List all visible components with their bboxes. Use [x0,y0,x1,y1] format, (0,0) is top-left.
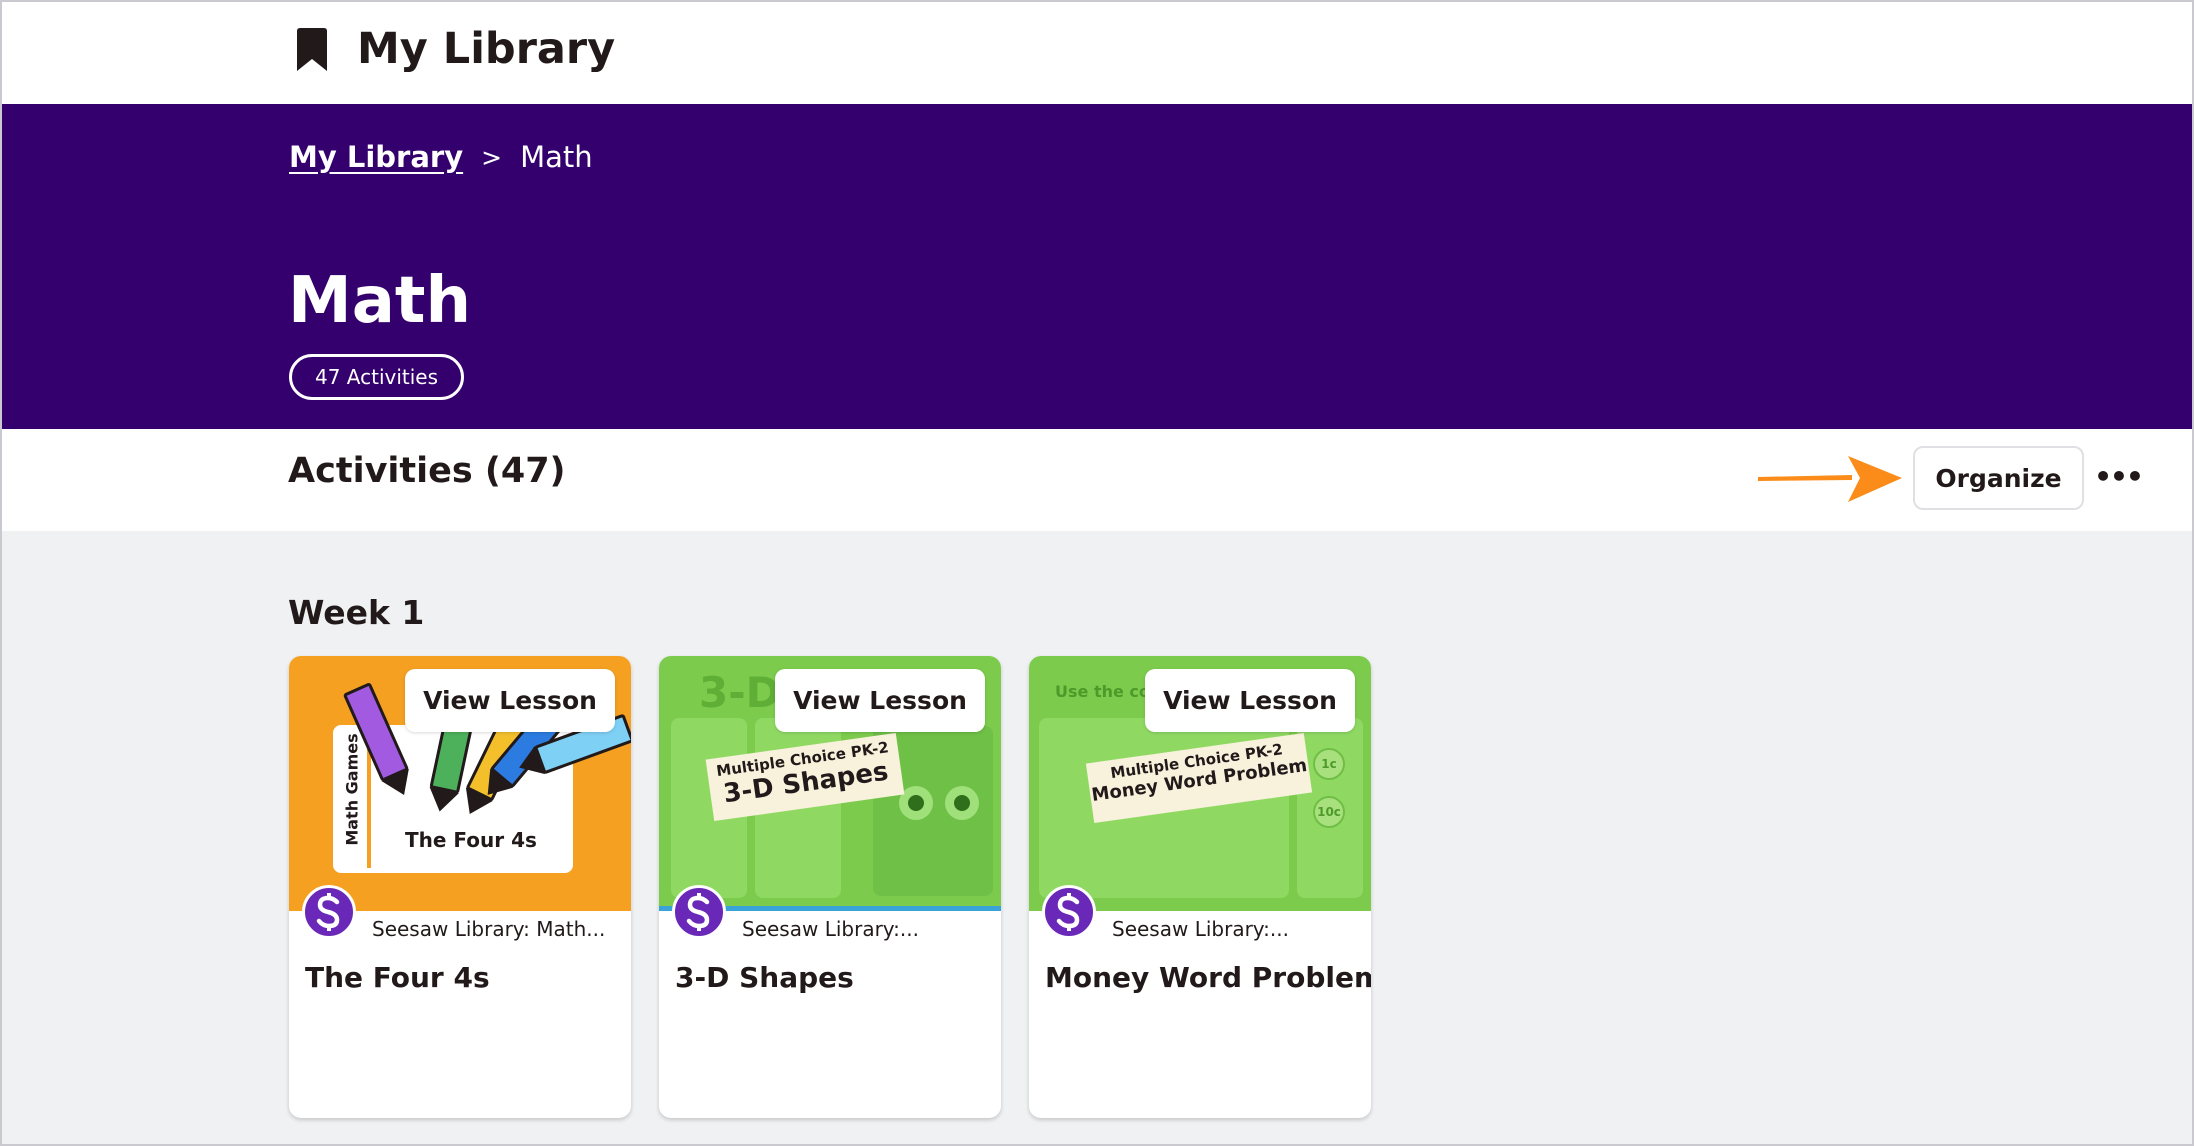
hero-banner: My Library > Math Math 47 Activities [0,104,2194,429]
coin-icon: 1c [1313,748,1345,780]
activities-header: Activities (47) Organize ••• [0,429,2194,531]
app-title: My Library [357,24,616,74]
activity-card-money-word-problem[interactable]: Use the coir 1c 10c Multiple Choice PK-2… [1029,656,1371,1118]
eye-icon [945,786,979,820]
activity-count-badge: 47 Activities [289,354,464,400]
breadcrumb: My Library > Math [289,140,593,174]
card-title[interactable]: Money Word Problem [1045,961,1371,994]
content-area: Week 1 Math Games The Four 4s View Lesso… [0,531,2194,1146]
seesaw-logo-icon [672,885,726,939]
card-source: Seesaw Library:... [1112,917,1289,941]
card-title[interactable]: 3-D Shapes [675,961,854,994]
annotation-arrow-icon [1758,456,1902,502]
activity-card-four-4s[interactable]: Math Games The Four 4s View Lesson Seesa… [289,656,631,1118]
week-heading: Week 1 [288,593,425,632]
activities-title: Activities (47) [288,451,566,491]
seesaw-logo-icon [302,885,356,939]
organize-button[interactable]: Organize [1913,446,2084,510]
view-lesson-button[interactable]: View Lesson [775,669,985,732]
breadcrumb-link-my-library[interactable]: My Library [289,140,463,174]
top-bar: My Library [0,0,2194,104]
breadcrumb-separator: > [481,142,503,172]
view-lesson-button[interactable]: View Lesson [1145,669,1355,732]
page-title: Math [288,264,472,338]
breadcrumb-current: Math [520,140,593,174]
card-source: Seesaw Library:... [742,917,919,941]
thumbnail-side-label: Math Games [335,728,371,868]
coin-icon: 10c [1313,796,1345,828]
thumbnail-title: The Four 4s [405,828,537,852]
more-icon[interactable]: ••• [2094,451,2144,501]
seesaw-logo-icon [1042,885,1096,939]
view-lesson-button[interactable]: View Lesson [405,669,615,732]
activity-card-3d-shapes[interactable]: 3-D Multiple Choice PK-2 3-D Shapes View… [659,656,1001,1118]
card-source: Seesaw Library: Math... [372,917,606,941]
thumbnail-heading: 3-D [699,668,781,717]
bookmark-icon [297,28,327,71]
eye-icon [899,786,933,820]
card-title[interactable]: The Four 4s [305,961,490,994]
